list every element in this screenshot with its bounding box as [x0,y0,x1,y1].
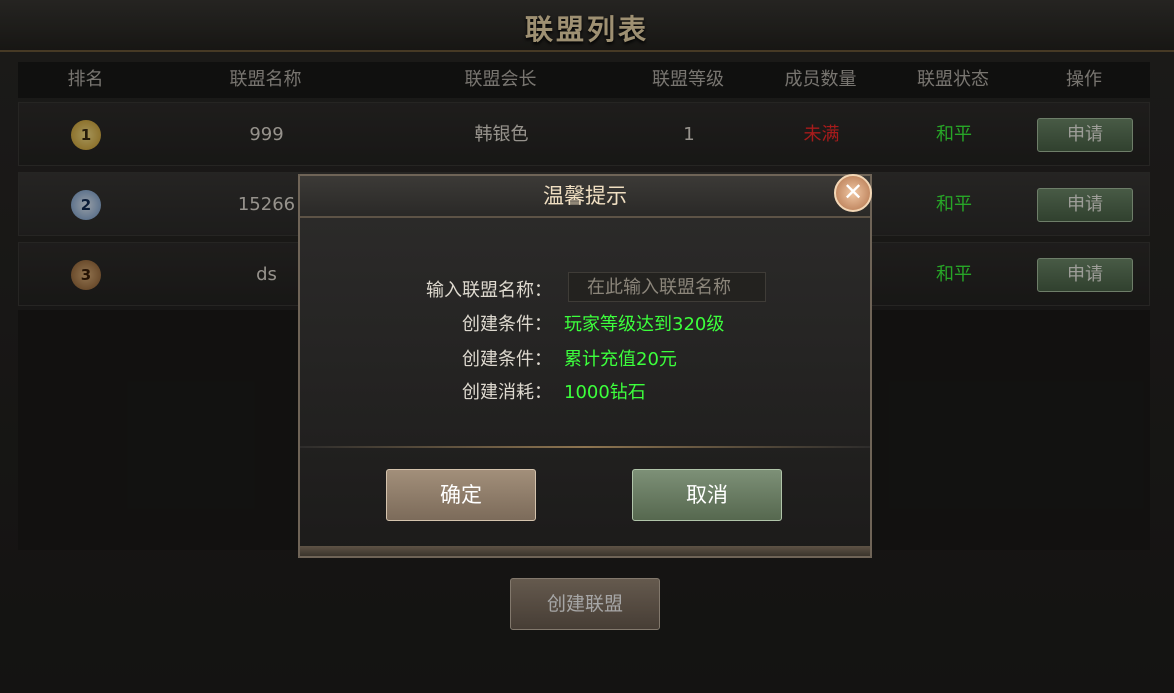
condition-label: 创建条件： [462,314,552,335]
alliance-name-input[interactable] [568,272,766,302]
condition-value: 玩家等级达到320级 [564,314,725,335]
cancel-button[interactable]: 取消 [632,469,782,521]
tip-dialog: 温馨提示 ✕ 输入联盟名称： 创建条件： 玩家等级达到320级 创建条件： 累计… [298,174,872,558]
cost-label: 创建消耗： [462,382,552,403]
condition-value: 累计充值20元 [564,349,677,370]
dialog-bottom-bar [300,546,870,556]
confirm-button[interactable]: 确定 [386,469,536,521]
name-label: 输入联盟名称： [426,280,552,301]
cost-value: 1000钻石 [564,382,646,403]
dialog-divider [300,446,870,448]
close-icon[interactable]: ✕ [834,174,872,212]
condition-label: 创建条件： [462,349,552,370]
dialog-title: 温馨提示 [543,184,627,208]
dialog-title-bar: 温馨提示 [300,176,870,218]
